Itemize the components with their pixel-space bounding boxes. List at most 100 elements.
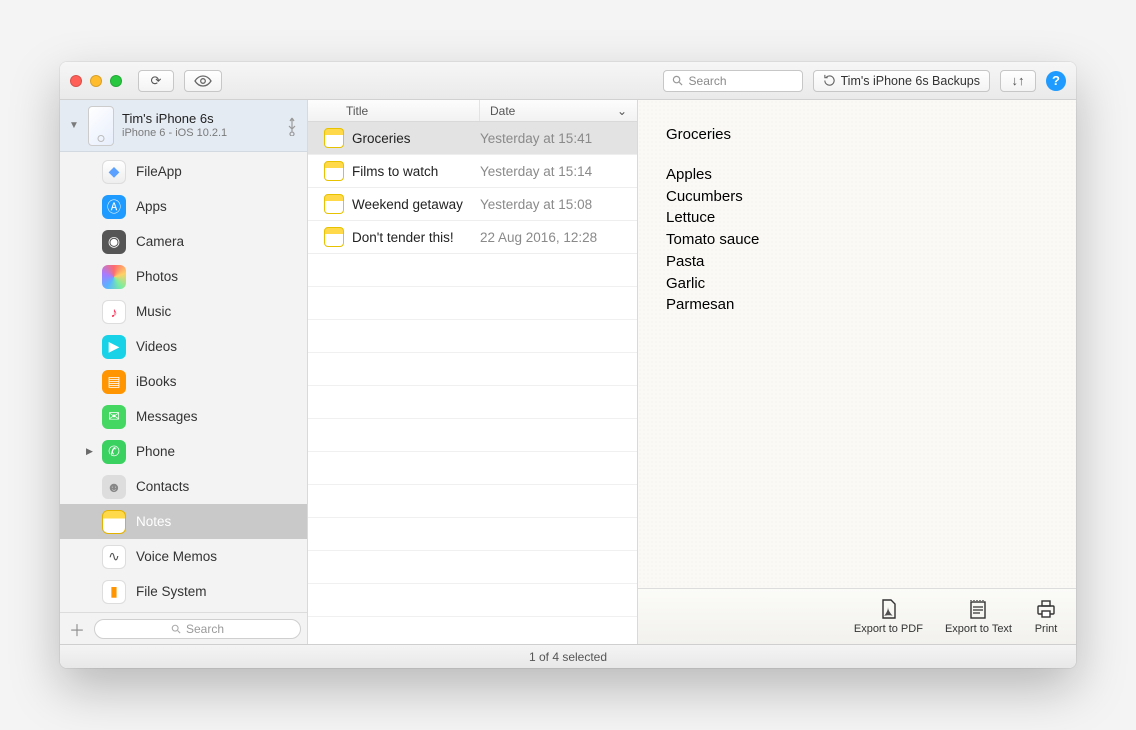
notes-row[interactable]: Weekend getawayYesterday at 15:08 — [308, 188, 637, 221]
empty-row — [308, 353, 637, 386]
note-row-date: Yesterday at 15:08 — [480, 197, 637, 212]
music-icon: ♪ — [102, 300, 126, 324]
sidebar-item-fs[interactable]: ▮File System — [60, 574, 307, 609]
sidebar: ▼ Tim's iPhone 6s iPhone 6 - iOS 10.2.1 … — [60, 100, 308, 644]
export-pdf-button[interactable]: Export to PDF — [854, 598, 923, 635]
sidebar-item-ibooks[interactable]: ▤ iBooks — [60, 364, 307, 399]
device-header[interactable]: ▼ Tim's iPhone 6s iPhone 6 - iOS 10.2.1 — [60, 100, 307, 152]
sidebar-item-photos[interactable]: Photos — [60, 259, 307, 294]
sidebar-item-label: Contacts — [136, 479, 189, 494]
print-icon — [1034, 598, 1058, 620]
sidebar-item-label: iBooks — [136, 374, 177, 389]
transfer-icon: ↓↑ — [1012, 73, 1025, 88]
note-icon — [324, 161, 344, 181]
column-header-title[interactable]: Title — [336, 100, 480, 121]
backups-label: Tim's iPhone 6s Backups — [841, 74, 980, 88]
notes-list: Title Date ⌄ GroceriesYesterday at 15:41… — [308, 100, 638, 644]
help-button[interactable]: ? — [1046, 71, 1066, 91]
empty-row — [308, 419, 637, 452]
fs-icon: ▮ — [102, 580, 126, 604]
phone-icon: ✆ — [102, 440, 126, 464]
sidebar-item-camera[interactable]: ◉Camera — [60, 224, 307, 259]
column-header-date[interactable]: Date ⌄ — [480, 100, 637, 121]
sidebar-item-fileapp[interactable]: ◆FileApp — [60, 154, 307, 189]
device-sub: iPhone 6 - iOS 10.2.1 — [122, 127, 277, 140]
sort-indicator-icon: ⌄ — [617, 104, 627, 118]
print-button[interactable]: Print — [1034, 598, 1058, 635]
column-headers: Title Date ⌄ — [308, 100, 637, 122]
note-row-title: Groceries — [352, 131, 480, 146]
search-icon — [171, 624, 181, 634]
pdf-icon — [876, 598, 900, 620]
sidebar-item-label: Messages — [136, 409, 198, 424]
note-row-title: Films to watch — [352, 164, 480, 179]
preview-button[interactable] — [184, 70, 222, 92]
refresh-icon: ⟳ — [151, 73, 162, 89]
sidebar-item-label: Videos — [136, 339, 177, 354]
note-line: Garlic — [666, 273, 1048, 295]
empty-row — [308, 320, 637, 353]
notes-row[interactable]: Films to watchYesterday at 15:14 — [308, 155, 637, 188]
window-controls — [70, 75, 122, 87]
ibooks-icon: ▤ — [102, 370, 126, 394]
note-title: Groceries — [666, 124, 1048, 146]
status-text: 1 of 4 selected — [529, 650, 607, 664]
notes-row[interactable]: Don't tender this!22 Aug 2016, 12:28 — [308, 221, 637, 254]
sidebar-item-label: FileApp — [136, 164, 182, 179]
column-header-icon[interactable] — [308, 100, 336, 121]
refresh-button[interactable]: ⟳ — [138, 70, 174, 92]
note-row-date: Yesterday at 15:14 — [480, 164, 637, 179]
sidebar-list: ◆FileAppⒶApps◉CameraPhotos ♪ Music ▶ Videos ▤… — [60, 152, 307, 612]
note-line: Pasta — [666, 251, 1048, 273]
sidebar-item-notes[interactable]: Notes — [60, 504, 307, 539]
toolbar-search[interactable]: Search — [663, 70, 803, 92]
titlebar: ⟳ Search Tim's iPhone 6s Backups ↓↑ ? — [60, 62, 1076, 100]
empty-row — [308, 287, 637, 320]
empty-row — [308, 386, 637, 419]
sidebar-item-voice[interactable]: ∿ Voice Memos — [60, 539, 307, 574]
sidebar-item-label: Voice Memos — [136, 549, 217, 564]
sidebar-search[interactable]: Search — [94, 619, 301, 639]
empty-row — [308, 551, 637, 584]
sidebar-item-videos[interactable]: ▶ Videos — [60, 329, 307, 364]
sidebar-item-phone[interactable]: ▶✆Phone — [60, 434, 307, 469]
transfer-button[interactable]: ↓↑ — [1000, 70, 1036, 92]
zoom-window-button[interactable] — [110, 75, 122, 87]
app-window: ⟳ Search Tim's iPhone 6s Backups ↓↑ ? ▼ … — [60, 62, 1076, 668]
sidebar-item-label: Music — [136, 304, 171, 319]
backups-button[interactable]: Tim's iPhone 6s Backups — [813, 70, 990, 92]
empty-row — [308, 584, 637, 617]
voice-icon: ∿ — [102, 545, 126, 569]
device-name: Tim's iPhone 6s — [122, 111, 277, 127]
sidebar-item-label: Apps — [136, 199, 167, 214]
add-button[interactable]: ＋ — [66, 617, 88, 641]
note-row-date: 22 Aug 2016, 12:28 — [480, 230, 637, 245]
eye-icon — [194, 75, 212, 87]
note-line: Apples — [666, 164, 1048, 186]
videos-icon: ▶ — [102, 335, 126, 359]
note-line: Parmesan — [666, 294, 1048, 316]
notes-row[interactable]: GroceriesYesterday at 15:41 — [308, 122, 637, 155]
close-window-button[interactable] — [70, 75, 82, 87]
empty-row — [308, 452, 637, 485]
note-row-date: Yesterday at 15:41 — [480, 131, 637, 146]
usb-icon — [285, 116, 299, 136]
photos-icon — [102, 265, 126, 289]
note-row-title: Weekend getaway — [352, 197, 480, 212]
notes-icon — [102, 510, 126, 534]
contacts-icon: ☻ — [102, 475, 126, 499]
note-row-title: Don't tender this! — [352, 230, 480, 245]
sidebar-item-label: Camera — [136, 234, 184, 249]
sidebar-item-contacts[interactable]: ☻ Contacts — [60, 469, 307, 504]
note-icon — [324, 227, 344, 247]
sidebar-item-music[interactable]: ♪ Music — [60, 294, 307, 329]
sidebar-item-apps[interactable]: ⒶApps — [60, 189, 307, 224]
minimize-window-button[interactable] — [90, 75, 102, 87]
text-icon — [966, 598, 990, 620]
sidebar-item-messages[interactable]: ✉Messages — [60, 399, 307, 434]
note-line: Cucumbers — [666, 186, 1048, 208]
export-text-button[interactable]: Export to Text — [945, 598, 1012, 635]
sidebar-footer: ＋ Search — [60, 612, 307, 644]
empty-row — [308, 518, 637, 551]
note-line: Lettuce — [666, 207, 1048, 229]
